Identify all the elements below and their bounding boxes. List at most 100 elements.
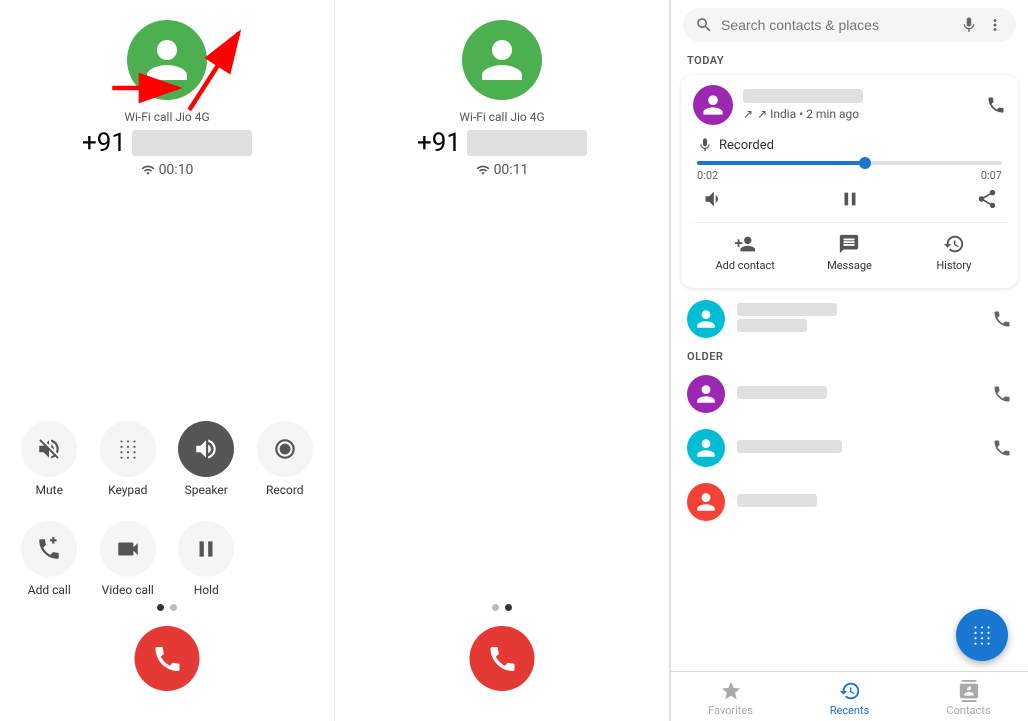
share-icon[interactable] bbox=[976, 188, 998, 210]
add-call-label: Add call bbox=[28, 583, 71, 597]
contact-avatar-purple bbox=[687, 375, 725, 413]
contact-row-info bbox=[737, 303, 980, 335]
name-blur-5 bbox=[737, 494, 817, 507]
call-duration-2: 00:11 bbox=[476, 162, 529, 178]
nav-recents[interactable]: Recents bbox=[790, 680, 909, 717]
search-bar[interactable] bbox=[683, 8, 1016, 42]
contact-avatar-red bbox=[687, 483, 725, 521]
hold-label: Hold bbox=[194, 583, 219, 597]
bottom-nav: Favorites Recents Contacts bbox=[671, 671, 1028, 721]
progress-bar[interactable] bbox=[697, 161, 1002, 165]
contact-avatar-teal bbox=[687, 300, 725, 338]
pause-icon[interactable] bbox=[839, 188, 861, 210]
name-blur-2 bbox=[737, 319, 807, 332]
end-call-button-2[interactable] bbox=[470, 626, 535, 691]
recent-card-header: ↗ ↗ India • 2 min ago bbox=[693, 85, 1006, 125]
mic-icon[interactable] bbox=[960, 16, 978, 34]
history-button[interactable]: History bbox=[902, 233, 1006, 272]
fab-button[interactable] bbox=[956, 609, 1008, 661]
contact-avatar-teal-2 bbox=[687, 429, 725, 467]
keypad-icon-bg bbox=[100, 421, 156, 477]
speaker-icon-bg bbox=[178, 421, 234, 477]
today-label: TODAY bbox=[671, 50, 1028, 71]
more-options-icon[interactable] bbox=[986, 16, 1004, 34]
add-call-icon-bg bbox=[21, 521, 77, 577]
phone-panel: Wi-Fi call Jio 4G +91 00:10 Mute bbox=[0, 0, 670, 721]
controls-row-1: Mute Keypad Speaker bbox=[10, 421, 324, 497]
recent-contact-avatar bbox=[693, 85, 733, 125]
video-call-button[interactable]: Video call bbox=[93, 521, 163, 597]
search-icon bbox=[695, 16, 713, 34]
dot-3 bbox=[492, 604, 499, 611]
dots-indicator-2 bbox=[492, 604, 512, 611]
name-blur-4 bbox=[737, 440, 842, 453]
progress-thumb bbox=[859, 157, 871, 169]
list-item[interactable] bbox=[671, 421, 1028, 475]
contact-row-info-3 bbox=[737, 440, 980, 456]
contact-name-blur bbox=[743, 89, 863, 103]
list-item[interactable] bbox=[671, 475, 1028, 529]
mute-button[interactable]: Mute bbox=[14, 421, 84, 497]
search-actions bbox=[960, 16, 1004, 34]
avatar-1 bbox=[127, 20, 207, 100]
hold-icon-bg bbox=[178, 521, 234, 577]
number-blur-1 bbox=[132, 130, 252, 156]
dot-4 bbox=[505, 604, 512, 611]
recorded-label: Recorded bbox=[693, 137, 1006, 153]
action-row: Add contact Message History bbox=[693, 222, 1006, 278]
nav-favorites[interactable]: Favorites bbox=[671, 680, 790, 717]
call-icon[interactable] bbox=[986, 95, 1006, 115]
name-blur bbox=[737, 303, 837, 316]
phone-icon[interactable] bbox=[992, 309, 1012, 329]
right-panel: TODAY ↗ ↗ India • 2 min ago Recorded bbox=[670, 0, 1028, 721]
call-label-1: Wi-Fi call Jio 4G bbox=[124, 110, 209, 124]
contact-row-info-4 bbox=[737, 494, 1012, 510]
progress-fill bbox=[697, 161, 865, 165]
record-icon-bg bbox=[257, 421, 313, 477]
dot-1 bbox=[157, 604, 164, 611]
contact-meta: ↗ ↗ India • 2 min ago bbox=[743, 107, 976, 121]
keypad-label: Keypad bbox=[108, 483, 147, 497]
recent-contact-info: ↗ ↗ India • 2 min ago bbox=[743, 89, 976, 121]
volume-icon[interactable] bbox=[701, 188, 723, 210]
time-labels: 0:02 0:07 bbox=[693, 169, 1006, 182]
number-blur-2 bbox=[467, 130, 587, 156]
keypad-button[interactable]: Keypad bbox=[93, 421, 163, 497]
recent-call-card: ↗ ↗ India • 2 min ago Recorded 0:02 0:07 bbox=[681, 75, 1018, 288]
add-contact-button[interactable]: Add contact bbox=[693, 233, 797, 272]
nav-contacts[interactable]: Contacts bbox=[909, 680, 1028, 717]
phone-icon-3[interactable] bbox=[992, 438, 1012, 458]
video-call-icon-bg bbox=[100, 521, 156, 577]
record-button[interactable]: Record bbox=[250, 421, 320, 497]
contact-row-info-2 bbox=[737, 386, 980, 402]
avatar-2 bbox=[462, 20, 542, 100]
message-button[interactable]: Message bbox=[797, 233, 901, 272]
dot-2 bbox=[170, 604, 177, 611]
dots-indicator-1 bbox=[157, 604, 177, 611]
record-label: Record bbox=[266, 483, 304, 497]
call-screen-1: Wi-Fi call Jio 4G +91 00:10 Mute bbox=[0, 0, 335, 721]
add-call-button[interactable]: Add call bbox=[14, 521, 84, 597]
older-label: OLDER bbox=[671, 346, 1028, 367]
search-input[interactable] bbox=[721, 17, 952, 33]
mute-icon-bg bbox=[21, 421, 77, 477]
list-item[interactable] bbox=[671, 292, 1028, 346]
speaker-label: Speaker bbox=[185, 483, 228, 497]
phone-icon-2[interactable] bbox=[992, 384, 1012, 404]
call-duration-1: 00:10 bbox=[141, 162, 194, 178]
hold-button[interactable]: Hold bbox=[171, 521, 241, 597]
favorites-label: Favorites bbox=[708, 704, 753, 717]
list-item[interactable] bbox=[671, 367, 1028, 421]
video-call-label: Video call bbox=[102, 583, 154, 597]
recording-section: Recorded 0:02 0:07 bbox=[693, 133, 1006, 214]
controls-row-2: Add call Video call Hold bbox=[10, 521, 324, 597]
end-call-button-1[interactable] bbox=[135, 626, 200, 691]
call-number-1: +91 bbox=[82, 128, 252, 158]
call-number-2: +91 bbox=[417, 128, 587, 158]
playback-controls bbox=[693, 188, 1006, 210]
name-blur-3 bbox=[737, 386, 827, 399]
controls-area: Mute Keypad Speaker bbox=[0, 421, 334, 621]
call-label-2: Wi-Fi call Jio 4G bbox=[459, 110, 544, 124]
mute-label: Mute bbox=[36, 483, 63, 497]
speaker-button[interactable]: Speaker bbox=[171, 421, 241, 497]
